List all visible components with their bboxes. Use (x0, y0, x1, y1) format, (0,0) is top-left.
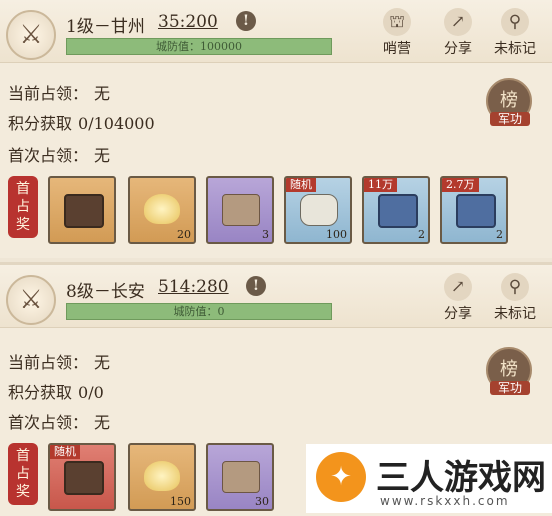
points-label: 积分获取 (8, 114, 73, 133)
watermark-url: www.rskxxh.com (380, 494, 510, 508)
defense-value: 城防值：0 (173, 305, 225, 318)
reward-item[interactable]: 150 (128, 443, 196, 511)
reward-item[interactable]: 20 (128, 176, 196, 244)
treasure-chest-icon (64, 461, 104, 495)
reward-qty: 3 (262, 228, 269, 241)
sentry-camp-button[interactable]: ⛫ 哨营 (373, 8, 421, 60)
first-occupant-value: 无 (94, 413, 111, 432)
points-value: 0/0 (78, 383, 104, 402)
unmarked-label: 未标记 (494, 306, 536, 322)
site-logo-icon: ✦ (316, 452, 366, 502)
current-occupant-label: 当前占领： (8, 353, 89, 372)
map-pin-icon: ⚲ (501, 273, 529, 301)
reward-item[interactable]: 30 (206, 443, 274, 511)
first-occupant-label: 首次占领： (8, 413, 89, 432)
current-occupant: 当前占领： 无 (8, 80, 110, 104)
unmarked-label: 未标记 (494, 41, 536, 57)
share-icon: ↗ (444, 273, 472, 301)
reward-qty: 30 (255, 495, 269, 508)
sentry-tower-icon: ⛫ (383, 8, 411, 36)
reward-tag: 随机 (286, 178, 316, 192)
ranking-label: 军功 (490, 112, 530, 126)
points-gain: 积分获取 0/104000 (8, 110, 155, 134)
city-coordinates-link[interactable]: 35:200 (158, 12, 218, 32)
book-stack-icon (222, 194, 260, 226)
city-coordinates-link[interactable]: 514:280 (158, 277, 229, 297)
first-occupant: 首次占领： 无 (8, 409, 110, 433)
blue-chest-icon (456, 194, 496, 228)
sentry-camp-label: 哨营 (383, 41, 411, 57)
points-label: 积分获取 (8, 383, 73, 402)
locate-icon[interactable]: ! (236, 11, 256, 31)
reward-qty: 20 (177, 228, 191, 241)
first-occupant-label: 首次占领： (8, 146, 89, 165)
unmarked-button[interactable]: ⚲ 未标记 (491, 273, 539, 325)
reward-tag: 2.7万 (442, 178, 479, 192)
share-label: 分享 (444, 306, 472, 322)
gold-ingot-icon (144, 194, 180, 224)
reward-qty: 2 (418, 228, 425, 241)
military-merit-ranking-button[interactable]: 榜 军功 (486, 347, 532, 403)
first-reward-tag-text: 首占奖 (16, 181, 30, 233)
ranking-label: 军功 (490, 381, 530, 395)
locate-icon[interactable]: ! (246, 276, 266, 296)
reward-item[interactable]: 随机 100 (284, 176, 352, 244)
first-occupant: 首次占领： 无 (8, 142, 110, 166)
current-occupant-value: 无 (94, 353, 111, 372)
card-header: ⚔ 8级－长安 514:280 ! 城防值：0 ↗ 分享 ⚲ 未标记 (0, 265, 552, 328)
book-stack-icon (222, 461, 260, 493)
reward-item[interactable]: 2.7万 2 (440, 176, 508, 244)
share-icon: ↗ (444, 8, 472, 36)
reward-qty: 2 (496, 228, 503, 241)
current-occupant-value: 无 (94, 84, 111, 103)
first-reward-tag-text: 首占奖 (16, 448, 30, 500)
blue-chest-icon (378, 194, 418, 228)
defense-value: 城防值：100000 (156, 40, 242, 53)
city-title: 1级－甘州 (66, 17, 145, 37)
reward-qty: 100 (326, 228, 347, 241)
gold-ingot-icon (144, 461, 180, 491)
current-occupant-label: 当前占领： (8, 84, 89, 103)
first-occupation-reward-tag: 首占奖 (8, 176, 38, 238)
reward-item[interactable] (48, 176, 116, 244)
share-button[interactable]: ↗ 分享 (434, 273, 482, 325)
crossed-swords-icon: ⚔ (6, 275, 56, 325)
crossed-swords-icon: ⚔ (6, 10, 56, 60)
points-gain: 积分获取 0/0 (8, 379, 104, 403)
reward-item[interactable]: 3 (206, 176, 274, 244)
unmarked-button[interactable]: ⚲ 未标记 (491, 8, 539, 60)
reward-tag: 11万 (364, 178, 397, 192)
reward-item[interactable]: 11万 2 (362, 176, 430, 244)
scroll-icon (300, 194, 338, 226)
share-label: 分享 (444, 41, 472, 57)
reward-qty: 150 (170, 495, 191, 508)
reward-item[interactable]: 随机 (48, 443, 116, 511)
defense-bar: 城防值：0 (66, 303, 332, 320)
site-watermark: ✦ 三人游戏网 www.rskxxh.com (306, 444, 552, 513)
military-merit-ranking-button[interactable]: 榜 军功 (486, 78, 532, 134)
first-occupant-value: 无 (94, 146, 111, 165)
points-value: 0/104000 (78, 114, 155, 133)
current-occupant: 当前占领： 无 (8, 349, 110, 373)
card-header: ⚔ 1级－甘州 35:200 ! 城防值：100000 ⛫ 哨营 ↗ 分享 ⚲ … (0, 0, 552, 63)
map-pin-icon: ⚲ (501, 8, 529, 36)
first-occupation-reward-tag: 首占奖 (8, 443, 38, 505)
share-button[interactable]: ↗ 分享 (434, 8, 482, 60)
reward-tag: 随机 (50, 445, 80, 459)
defense-bar: 城防值：100000 (66, 38, 332, 55)
city-card-ganzhou: ⚔ 1级－甘州 35:200 ! 城防值：100000 ⛫ 哨营 ↗ 分享 ⚲ … (0, 0, 552, 258)
city-title: 8级－长安 (66, 282, 145, 302)
treasure-chest-icon (64, 194, 104, 228)
watermark-title: 三人游戏网 (376, 458, 546, 498)
